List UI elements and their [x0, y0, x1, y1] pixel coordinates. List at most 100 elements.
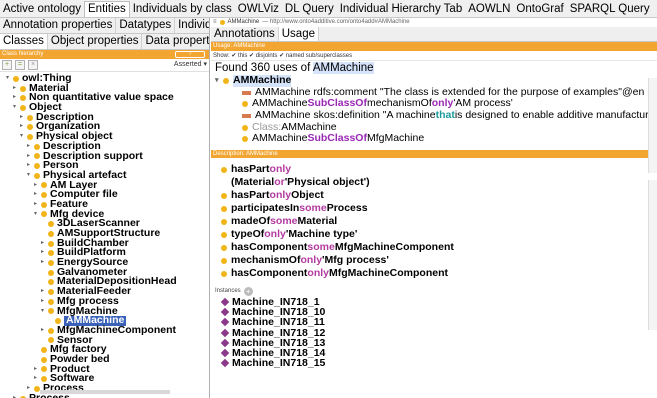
axiom-text: typeOf — [231, 228, 265, 240]
class-tree-item[interactable]: ▸ Computer file — [0, 189, 209, 200]
expand-toggle-icon[interactable]: ▾ — [4, 74, 11, 84]
instance-label: Machine_IN718_15 — [232, 357, 326, 370]
class-tree-item[interactable]: ▸ Description support — [0, 150, 209, 162]
expand-toggle-icon[interactable]: ▾ — [11, 103, 18, 113]
tab-data-properties[interactable]: Data properties — [142, 34, 209, 49]
top-tab-owlviz[interactable]: OWLViz — [235, 2, 282, 17]
collapse-icon[interactable]: ▾ — [215, 75, 223, 87]
axiom-keyword: some — [270, 215, 298, 227]
expand-toggle-icon[interactable]: ▸ — [32, 374, 39, 384]
class-tree-item[interactable]: ▸ Software — [0, 373, 209, 384]
description-vertical-scrollbar[interactable] — [648, 180, 657, 330]
usage-axiom-row[interactable]: AMMachine skos:definition "A machine tha… — [211, 109, 657, 122]
expand-toggle-icon[interactable]: ▸ — [39, 297, 46, 307]
class-tree-item[interactable]: Powder bed — [0, 354, 209, 365]
class-tree-item[interactable]: ▸ Product — [0, 364, 209, 375]
expand-toggle-icon[interactable]: ▸ — [18, 122, 25, 132]
description-axiom-row[interactable]: participatesIn some Process — [211, 202, 657, 215]
expand-toggle-icon[interactable]: ▸ — [25, 152, 32, 162]
instance-row[interactable]: Machine_IN718_15 — [211, 358, 657, 368]
class-tree-item[interactable]: ▾ Object — [0, 102, 209, 113]
top-tab-active-ontology[interactable]: Active ontology — [0, 2, 84, 17]
usage-group-header[interactable]: ▾ AMMachine — [211, 74, 657, 87]
class-dot-icon — [223, 77, 229, 84]
expand-toggle-icon[interactable]: ▸ — [11, 394, 18, 398]
description-axiom-row[interactable]: hasPart only — [211, 163, 657, 176]
expand-toggle-icon[interactable]: ▸ — [39, 248, 46, 258]
expand-toggle-icon[interactable]: ▸ — [32, 190, 39, 200]
expand-toggle-icon[interactable]: ▸ — [18, 113, 25, 123]
asserted-dropdown[interactable]: Asserted ▾ — [174, 60, 207, 68]
top-tab-individual-hierarchy-tab[interactable]: Individual Hierarchy Tab — [337, 2, 466, 17]
class-dot-icon — [221, 166, 227, 173]
description-axiom-row[interactable]: madeOf some Material — [211, 215, 657, 228]
description-axiom-row[interactable]: hasComponent some MfgMachineComponent — [211, 241, 657, 254]
class-hierarchy-title: Class hierarchy — [2, 51, 44, 57]
individual-icon — [220, 318, 230, 327]
class-dot-icon — [41, 366, 47, 373]
class-dot-icon — [48, 230, 54, 237]
expand-toggle-icon[interactable]: ▸ — [11, 93, 18, 103]
expand-toggle-icon[interactable]: ▸ — [39, 287, 46, 297]
description-axiom-row[interactable]: hasComponent only MfgMachineComponent — [211, 267, 657, 280]
top-tab-individuals-by-class[interactable]: Individuals by class — [130, 2, 235, 17]
expand-toggle-icon[interactable]: ▸ — [32, 181, 39, 191]
top-tab-aowln[interactable]: AOWLN — [465, 2, 513, 17]
axiom-text: 'Mfg process' — [322, 254, 389, 266]
class-tree-label: Process — [29, 391, 70, 398]
expand-toggle-icon[interactable]: ▸ — [25, 142, 32, 152]
class-dot-icon — [34, 172, 40, 179]
class-dot-icon — [221, 205, 227, 212]
top-tab-ontograf[interactable]: OntoGraf — [513, 2, 566, 17]
expand-toggle-icon[interactable]: ▾ — [25, 171, 32, 181]
add-subclass-icon[interactable]: + — [2, 60, 12, 70]
individual-icon — [220, 308, 230, 317]
add-instance-icon[interactable]: + — [243, 286, 253, 296]
class-dot-icon — [48, 327, 54, 334]
class-dot-icon — [41, 356, 47, 363]
axiom-text: hasPart — [231, 189, 270, 201]
add-sibling-icon[interactable]: = — [15, 60, 25, 70]
expand-toggle-icon[interactable]: ▾ — [18, 132, 25, 142]
expand-toggle-icon[interactable]: ▸ — [39, 258, 46, 268]
usage-axiom-row[interactable]: AMMachine SubClassOf MfgMachine — [211, 133, 657, 145]
tab-usage[interactable]: Usage — [278, 27, 319, 41]
class-dot-icon — [41, 201, 47, 208]
expand-toggle-icon[interactable]: ▸ — [39, 239, 46, 249]
description-axiom-row[interactable]: hasPart only Object — [211, 189, 657, 202]
expand-toggle-icon[interactable]: ▸ — [32, 200, 39, 210]
top-tab-sparql-query[interactable]: SPARQL Query — [567, 2, 653, 17]
top-tab-dl-query[interactable]: DL Query — [282, 2, 337, 17]
expand-toggle-icon[interactable]: ▾ — [32, 210, 39, 220]
description-axiom-row[interactable]: (Material or 'Physical object') — [211, 176, 657, 189]
tab-annotation-properties[interactable]: Annotation properties — [0, 18, 117, 33]
class-tree-item[interactable]: ▸ Process — [0, 391, 209, 398]
top-tab-entities[interactable]: Entities — [84, 1, 130, 17]
expand-toggle-icon[interactable]: ▸ — [11, 84, 18, 94]
tab-annotations[interactable]: Annotations — [211, 27, 279, 41]
class-tree-item[interactable]: ▸ Feature — [0, 199, 209, 210]
class-dot-icon — [221, 192, 227, 199]
expand-toggle-icon[interactable]: ▸ — [32, 365, 39, 375]
tab-classes[interactable]: Classes — [0, 34, 48, 49]
tab-individuals[interactable]: Individuals — [175, 18, 209, 33]
description-axiom-row[interactable]: typeOf only 'Machine type' — [211, 228, 657, 241]
tab-object-properties[interactable]: Object properties — [48, 34, 143, 49]
view-options-button[interactable]: ? — [175, 51, 205, 58]
axiom-text: is designed to enable additive manufactu… — [454, 109, 657, 122]
expand-toggle-icon[interactable]: ▾ — [39, 307, 46, 317]
expand-toggle-icon[interactable]: ▸ — [25, 161, 32, 171]
usage-show-options[interactable]: Show: ✔ this ✔ disjoints ✔ named sub/sup… — [211, 51, 657, 61]
description-axiom-row[interactable]: mechanismOf only 'Mfg process' — [211, 254, 657, 267]
class-tree-item[interactable]: ▸ MfgMachineComponent — [0, 325, 209, 336]
usage-vertical-scrollbar[interactable] — [648, 78, 657, 173]
expand-toggle-icon[interactable]: ▸ — [39, 326, 46, 336]
class-dot-icon — [242, 101, 248, 108]
class-tree-item[interactable]: ▾ Physical object — [0, 131, 209, 142]
delete-class-icon[interactable]: × — [28, 60, 38, 70]
class-tree-item[interactable]: ▸ Description — [0, 112, 209, 123]
class-dot-icon — [20, 95, 26, 102]
class-tree-item[interactable]: ▾ Physical artefact — [0, 170, 209, 181]
tab-datatypes[interactable]: Datatypes — [116, 18, 176, 33]
tree-horizontal-scrollbar[interactable] — [40, 390, 170, 394]
